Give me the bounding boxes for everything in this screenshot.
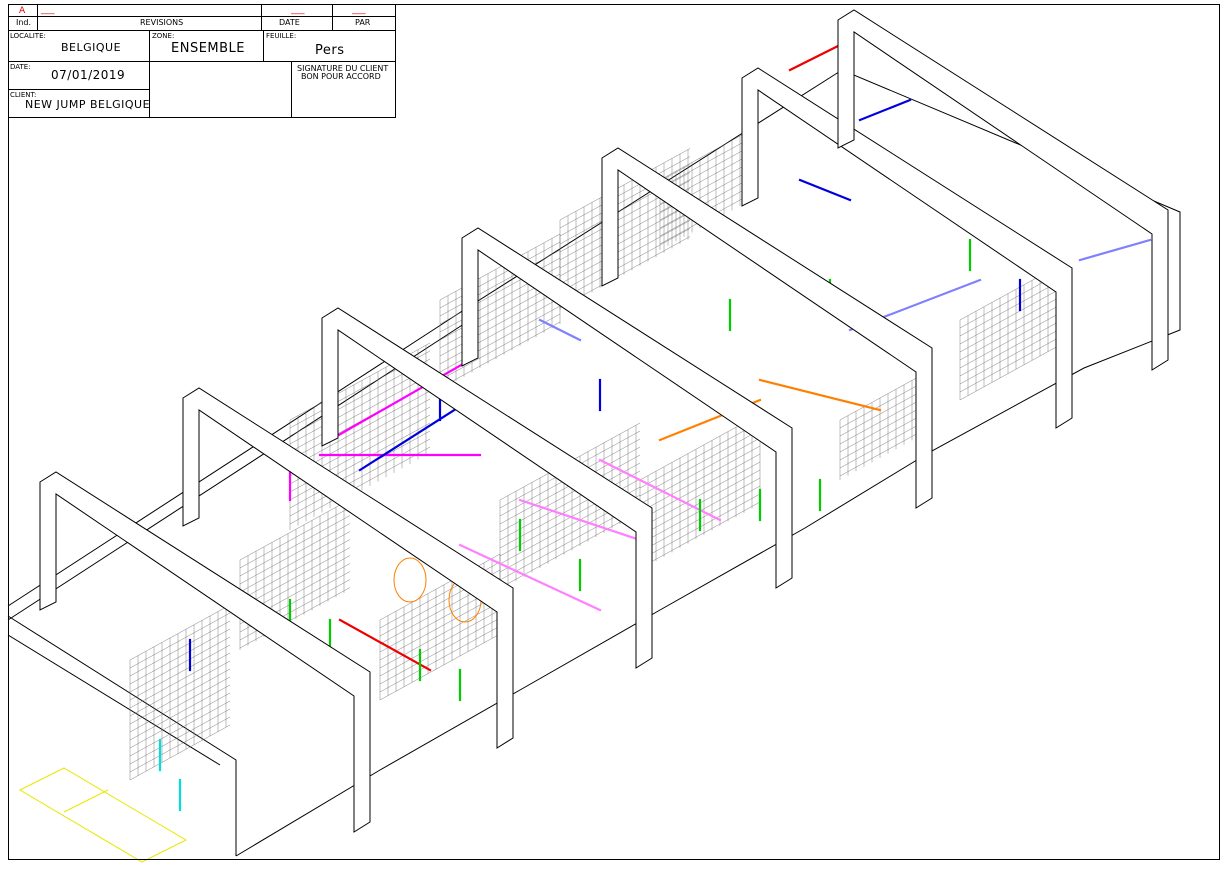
locality-value: BELGIQUE (61, 41, 122, 54)
locality-label: LOCALITE: (10, 32, 46, 40)
date-value: 07/01/2019 (51, 68, 126, 82)
revision-index: A (19, 6, 26, 16)
zone-value: ENSEMBLE (171, 41, 245, 56)
date-header: DATE (279, 18, 300, 27)
zone-label: ZONE: (152, 32, 175, 40)
title-block: A ___ ___ ___ Ind. REVISIONS DATE PAR LO… (8, 4, 396, 118)
revision-date: ___ (291, 5, 305, 15)
signature-line2: BON POUR ACCORD (301, 72, 381, 81)
revision-description: ___ (41, 5, 55, 15)
client-value: NEW JUMP BELGIQUE (25, 98, 151, 111)
index-header: Ind. (16, 18, 32, 27)
revisions-header: REVISIONS (140, 18, 184, 27)
sheet-label: FEUILLE: (266, 32, 297, 40)
drawing-border (8, 4, 1220, 860)
sheet-value: Pers (315, 43, 345, 58)
revision-by: ___ (352, 5, 366, 15)
date-label: DATE: (10, 63, 31, 71)
by-header: PAR (355, 18, 371, 27)
